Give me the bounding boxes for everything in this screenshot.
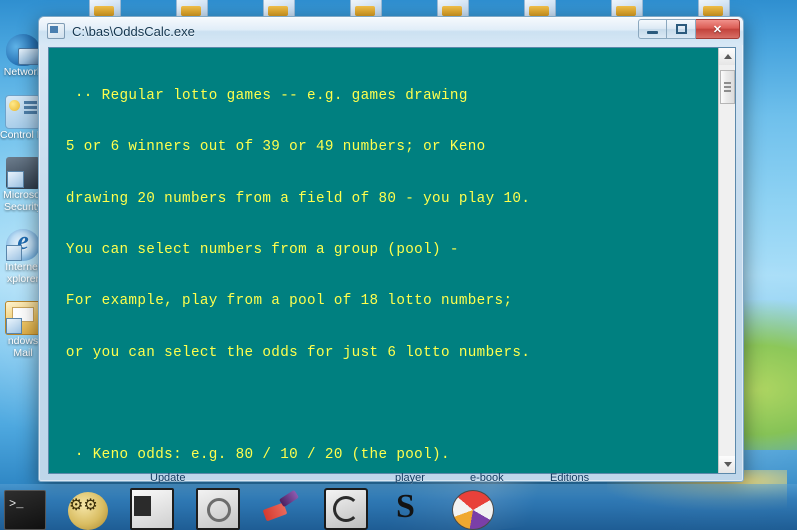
maximize-button[interactable]	[667, 19, 696, 39]
maximize-icon	[675, 24, 687, 34]
dock-icon-ring-app[interactable]	[196, 488, 240, 530]
console-client-area[interactable]: ·· Regular lotto games -- e.g. games dra…	[48, 47, 736, 474]
window-controls: ✕	[638, 19, 740, 39]
console-line: For example, play from a pool of 18 lott…	[57, 293, 513, 310]
minimize-button[interactable]	[638, 19, 667, 39]
window-titlebar[interactable]: C:\bas\OddsCalc.exe ✕	[39, 17, 743, 45]
console-line: 5 or 6 winners out of 39 or 49 numbers; …	[57, 139, 486, 156]
minimize-icon	[647, 31, 658, 34]
dock-icon-color-ball-app[interactable]	[452, 490, 494, 530]
scrollbar-thumb[interactable]	[720, 70, 735, 104]
console-line: · Keno odds: e.g. 80 / 10 / 20 (the pool…	[57, 447, 450, 464]
dock-icon-letter-s-app[interactable]	[390, 488, 430, 530]
console-app-icon	[47, 23, 65, 39]
scroll-down-button[interactable]	[719, 456, 735, 473]
console-line: ·· Regular lotto games -- e.g. games dra…	[57, 88, 468, 105]
console-line: drawing 20 numbers from a field of 80 - …	[57, 190, 531, 207]
oddscalc-console-window[interactable]: C:\bas\OddsCalc.exe ✕ ·· Regular lotto g…	[38, 16, 744, 482]
console-line: or you can select the odds for just 6 lo…	[57, 344, 531, 361]
dock-icon-spiral-app[interactable]	[324, 488, 368, 530]
scroll-up-button[interactable]	[719, 48, 735, 65]
internet-explorer-icon	[6, 226, 40, 261]
window-title: C:\bas\OddsCalc.exe	[72, 23, 195, 39]
console-vertical-scrollbar[interactable]	[718, 48, 735, 473]
dock-icon-paint-tools[interactable]	[262, 492, 302, 530]
console-line: You can select numbers from a group (poo…	[57, 242, 459, 259]
console-text-buffer: ·· Regular lotto games -- e.g. games dra…	[49, 48, 719, 473]
dock-icon-gears-settings[interactable]	[68, 492, 108, 530]
desktop-screen: WindowsPowerDVDCopyiteQMicrosoftSafariGo…	[0, 0, 797, 530]
network-icon	[6, 34, 40, 66]
microsoft-security-icon	[6, 157, 40, 189]
chevron-up-icon	[723, 54, 732, 59]
dock-icon-terminal[interactable]	[4, 490, 46, 530]
application-dock[interactable]	[0, 484, 797, 530]
chevron-down-icon	[723, 462, 732, 467]
dock-icon-media-window[interactable]	[130, 488, 174, 530]
close-button[interactable]: ✕	[696, 19, 740, 39]
control-panel-icon	[5, 94, 41, 129]
windows-mail-icon	[5, 301, 41, 335]
